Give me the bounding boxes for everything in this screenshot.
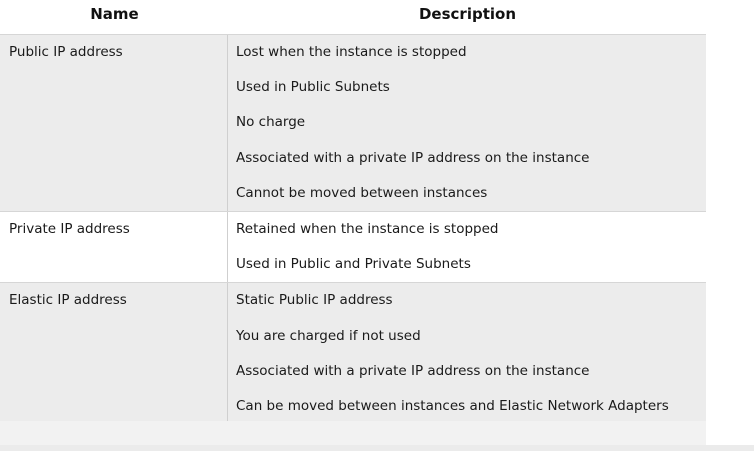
description-line: Used in Public Subnets bbox=[236, 79, 390, 96]
description-line: Lost when the instance is stopped bbox=[236, 44, 467, 60]
description-line: Associated with a private IP address on … bbox=[236, 149, 590, 166]
table-footer-strip bbox=[0, 421, 706, 445]
description-line: Retained when the instance is stopped bbox=[236, 220, 499, 237]
table-header-row: Name Description bbox=[0, 0, 706, 35]
ip-address-comparison-table: Name Description Public IP address Lost … bbox=[0, 0, 706, 426]
row-name-private-ip: Private IP address bbox=[0, 211, 228, 283]
header-description: Description bbox=[418, 5, 517, 23]
row-name-elastic-ip: Elastic IP address bbox=[0, 283, 228, 425]
header-name: Name bbox=[90, 5, 139, 23]
table-row-elastic-ip: Elastic IP address Static Public IP addr… bbox=[0, 283, 706, 426]
table-row-public-ip: Public IP address Lost when the instance… bbox=[0, 35, 706, 212]
row-name-public-ip: Public IP address bbox=[0, 35, 228, 211]
table-row-private-ip: Private IP address Retained when the ins… bbox=[0, 211, 706, 284]
description-line: Can be moved between instances and Elast… bbox=[236, 397, 669, 414]
description-line: Static Public IP address bbox=[236, 292, 393, 309]
description-line: You are charged if not used bbox=[236, 327, 421, 344]
row-description-public-ip: Lost when the instance is stopped Used i… bbox=[228, 35, 705, 211]
description-line: Cannot be moved between instances bbox=[236, 184, 488, 201]
row-description-private-ip: Retained when the instance is stopped Us… bbox=[228, 212, 705, 282]
description-line: Used in Public and Private Subnets bbox=[236, 256, 471, 273]
description-line: Associated with a private IP address on … bbox=[236, 362, 590, 379]
bottom-band bbox=[0, 445, 754, 451]
row-description-elastic-ip: Static Public IP address You are charged… bbox=[228, 283, 705, 424]
description-line: No charge bbox=[236, 114, 306, 131]
page: Name Description Public IP address Lost … bbox=[0, 0, 754, 451]
